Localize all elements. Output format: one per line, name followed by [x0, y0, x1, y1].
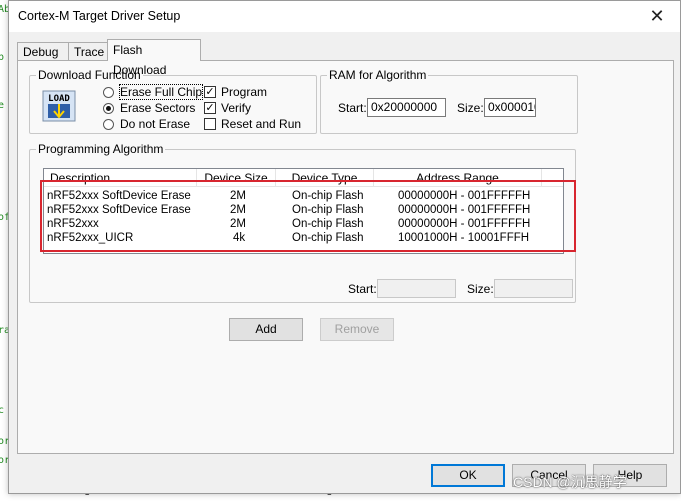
ram-size-label: Size:: [457, 101, 484, 115]
tab-debug[interactable]: Debug: [17, 42, 69, 61]
programming-algorithm-title: Programming Algorithm: [36, 142, 166, 156]
add-button[interactable]: Add: [229, 318, 303, 341]
ram-start-input[interactable]: 0x20000000: [367, 98, 446, 117]
reset-and-run-label: Reset and Run: [221, 117, 302, 131]
svg-text:LOAD: LOAD: [48, 94, 70, 104]
algo-size-input[interactable]: [494, 279, 573, 298]
close-icon[interactable]: ✕: [634, 1, 680, 32]
highlight-annotation: [40, 180, 576, 252]
checkbox-indicator[interactable]: ✓: [204, 86, 216, 98]
ram-for-algorithm-title: RAM for Algorithm: [327, 68, 429, 82]
radio-indicator[interactable]: [103, 86, 114, 98]
flash-download-panel: Download Function LOAD Erase Full Chip E…: [17, 60, 674, 454]
checkbox-indicator[interactable]: ✓: [204, 102, 216, 114]
erase-sectors-radio[interactable]: Erase Sectors: [103, 101, 195, 115]
window-title: Cortex-M Target Driver Setup: [18, 9, 181, 23]
load-icon: LOAD: [42, 90, 76, 122]
ok-button[interactable]: OK: [431, 464, 505, 487]
do-not-erase-radio[interactable]: Do not Erase: [103, 117, 190, 131]
program-label: Program: [221, 85, 268, 99]
verify-label: Verify: [221, 101, 252, 115]
erase-full-chip-radio[interactable]: Erase Full Chip: [103, 84, 204, 100]
program-checkbox[interactable]: ✓ Program: [204, 85, 267, 99]
radio-indicator[interactable]: [103, 118, 114, 130]
download-function-group: Download Function LOAD Erase Full Chip E…: [29, 68, 317, 134]
verify-checkbox[interactable]: ✓ Verify: [204, 101, 251, 115]
do-not-erase-label: Do not Erase: [120, 117, 191, 131]
erase-sectors-label: Erase Sectors: [120, 101, 196, 115]
watermark: CSDN @沉思静学: [513, 474, 627, 490]
remove-button[interactable]: Remove: [320, 318, 394, 341]
erase-full-chip-label: Erase Full Chip: [118, 84, 204, 100]
tab-flash-download[interactable]: Flash Download: [107, 39, 201, 77]
algo-start-label: Start:: [348, 282, 377, 296]
ram-for-algorithm-group: RAM for Algorithm Start: 0x20000000 Size…: [320, 68, 578, 134]
title-bar[interactable]: Cortex-M Target Driver Setup ✕: [9, 1, 680, 32]
ram-size-input[interactable]: 0x000010: [484, 98, 536, 117]
tab-trace[interactable]: Trace: [68, 42, 108, 61]
ram-start-label: Start:: [338, 101, 367, 115]
checkbox-indicator[interactable]: [204, 118, 216, 130]
radio-indicator[interactable]: [103, 102, 114, 114]
algo-size-label: Size:: [467, 282, 494, 296]
reset-and-run-checkbox[interactable]: Reset and Run: [204, 117, 301, 131]
algo-start-input[interactable]: [377, 279, 456, 298]
